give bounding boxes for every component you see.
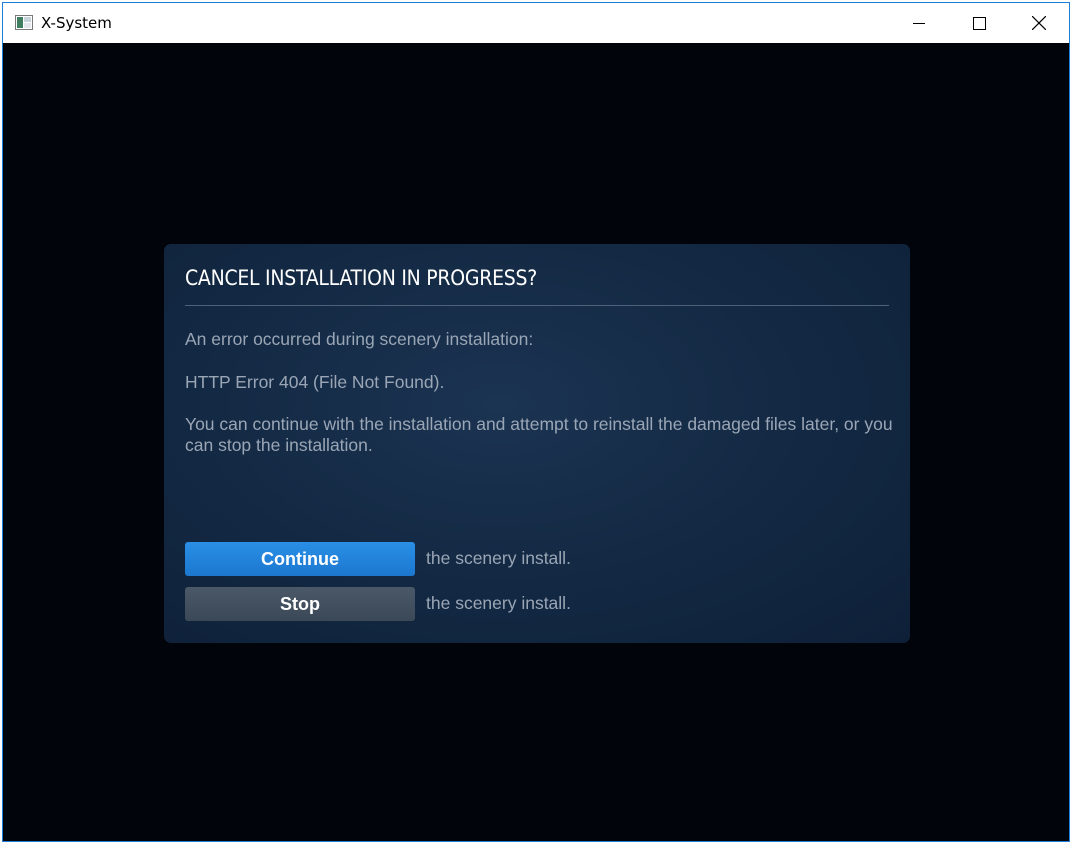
- minimize-button[interactable]: [889, 3, 949, 43]
- continue-description: the scenery install.: [426, 548, 571, 568]
- close-button[interactable]: [1009, 3, 1069, 43]
- minimize-icon: [913, 23, 925, 24]
- dialog-title: CANCEL INSTALLATION IN PROGRESS?: [185, 266, 537, 290]
- maximize-button[interactable]: [949, 3, 1009, 43]
- error-options-text: You can continue with the installation a…: [185, 414, 893, 455]
- error-detail-text: HTTP Error 404 (File Not Found).: [185, 372, 445, 392]
- app-content-area: CANCEL INSTALLATION IN PROGRESS? An erro…: [3, 43, 1069, 841]
- close-icon: [1032, 16, 1046, 30]
- title-bar[interactable]: X-System: [3, 3, 1069, 43]
- maximize-icon: [972, 16, 986, 30]
- stop-description: the scenery install.: [426, 593, 571, 613]
- cancel-installation-dialog: CANCEL INSTALLATION IN PROGRESS? An erro…: [164, 244, 910, 643]
- error-intro-text: An error occurred during scenery install…: [185, 329, 534, 349]
- dialog-divider: [185, 305, 889, 306]
- stop-button[interactable]: Stop: [185, 587, 415, 621]
- window-title: X-System: [41, 14, 112, 32]
- app-window: X-System CANCEL INSTALLATION IN PROGRESS…: [2, 2, 1070, 842]
- continue-button[interactable]: Continue: [185, 542, 415, 576]
- app-window-icon: [15, 15, 33, 30]
